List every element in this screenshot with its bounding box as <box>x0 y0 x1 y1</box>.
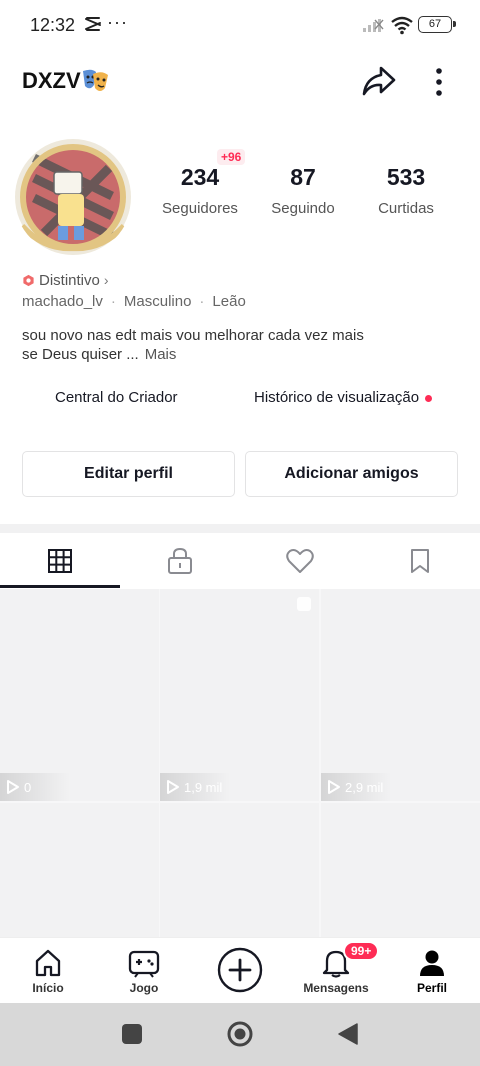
chevron-right-icon: › <box>103 272 109 288</box>
profile-stats: 234 Seguidores +96 87 Seguindo 533 Curti… <box>150 149 461 230</box>
play-icon <box>167 780 179 794</box>
nav-game[interactable]: Jogo <box>96 938 192 1004</box>
share-profile-button[interactable] <box>360 62 398 100</box>
profile-username-title: DXZV <box>22 68 81 93</box>
profile-sign: Leão <box>212 293 246 310</box>
likes-count: 533 <box>386 164 426 190</box>
game-controller-icon <box>128 950 160 978</box>
profile-person-icon <box>420 950 444 976</box>
nav-messages[interactable]: 99+ Mensagens <box>288 938 384 1004</box>
bio-line: se Deus quiser ... <box>22 346 139 363</box>
home-circle-icon[interactable] <box>226 1020 254 1048</box>
view-count-text: 0 <box>24 779 32 795</box>
followers-label: Seguidores <box>162 200 238 217</box>
battery-indicator: 67 <box>418 16 456 33</box>
profile-header: DXZV <box>0 52 480 112</box>
notification-dot <box>425 394 433 402</box>
nav-game-label: Jogo <box>129 981 159 995</box>
video-thumbnail[interactable]: 1,9 mil <box>160 589 319 801</box>
following-count: 87 <box>290 164 316 190</box>
view-count: 0 <box>0 773 70 801</box>
thumbnail-marker-icon <box>297 597 311 611</box>
meta-separator: · <box>110 293 116 310</box>
system-navigation-bar <box>0 1003 480 1066</box>
new-followers-badge: +96 <box>217 149 246 165</box>
private-lock-icon <box>168 547 192 574</box>
bio-more-link[interactable]: Mais <box>145 346 177 363</box>
active-tab-indicator <box>0 585 120 588</box>
tab-liked[interactable] <box>240 533 360 589</box>
add-friends-button[interactable]: Adicionar amigos <box>245 451 458 497</box>
edit-profile-button[interactable]: Editar perfil <box>22 451 235 497</box>
nav-messages-label: Mensagens <box>303 981 369 995</box>
badge-link[interactable]: Distintivo › <box>22 270 109 290</box>
theater-mask-icon <box>80 67 110 95</box>
recents-square-icon[interactable] <box>121 1023 143 1045</box>
view-count: 1,9 mil <box>160 773 230 801</box>
wifi-icon <box>390 15 414 40</box>
profile-bio: sou novo nas edt mais vou melhorar cada … <box>22 326 442 364</box>
profile-avatar[interactable] <box>14 138 132 256</box>
view-history-label: Histórico de visualização <box>254 389 420 406</box>
play-icon <box>328 780 340 794</box>
videos-grid-icon <box>48 549 72 573</box>
status-bar: 12:32 ··· 67 <box>0 0 480 52</box>
following-stat[interactable]: 87 Seguindo <box>248 160 358 217</box>
video-thumbnail[interactable]: 2,9 mil <box>321 589 480 801</box>
nav-home-label: Início <box>32 981 64 995</box>
home-icon <box>35 949 61 977</box>
tab-videos[interactable] <box>0 533 120 589</box>
bottom-navigation: Início Jogo 99+ Mensagens Perfil <box>0 937 480 1003</box>
view-count: 2,9 mil <box>321 773 391 801</box>
signal-icon <box>362 17 384 38</box>
followers-stat[interactable]: 234 Seguidores +96 <box>145 149 255 217</box>
nav-profile[interactable]: Perfil <box>384 938 480 1004</box>
likes-label: Curtidas <box>378 200 434 217</box>
messages-badge: 99+ <box>343 941 380 961</box>
badge-hexagon-icon <box>23 274 34 286</box>
nav-profile-label: Perfil <box>416 981 447 995</box>
status-more-dots: ··· <box>107 12 128 32</box>
profile-handle: machado_lv <box>22 293 103 310</box>
more-options-button[interactable] <box>426 64 452 100</box>
meta-separator: · <box>199 293 205 310</box>
play-icon <box>7 780 19 794</box>
content-tabs <box>0 533 480 589</box>
likes-stat[interactable]: 533 Curtidas <box>351 160 461 217</box>
followers-count: 234 <box>180 164 220 190</box>
tab-saved[interactable] <box>360 533 480 589</box>
profile-meta: machado_lv · Masculino · Leão <box>22 293 246 310</box>
view-count-text: 2,9 mil <box>345 779 384 795</box>
create-plus-icon <box>217 947 263 993</box>
liked-heart-icon <box>286 549 314 573</box>
nav-create[interactable] <box>192 938 288 1004</box>
bio-line: sou novo nas edt mais vou melhorar cada … <box>22 327 364 344</box>
section-divider <box>0 524 480 533</box>
following-label: Seguindo <box>271 200 335 217</box>
status-time: 12:32 <box>30 15 76 35</box>
video-grid: 0 1,9 mil 2,9 mil <box>0 589 480 1015</box>
creator-center-link[interactable]: Central do Criador <box>55 389 178 406</box>
capcut-icon <box>84 16 102 37</box>
tab-private[interactable] <box>120 533 240 589</box>
view-history-link[interactable]: Histórico de visualização <box>254 389 433 406</box>
saved-bookmark-icon <box>411 549 429 573</box>
video-thumbnail[interactable]: 0 <box>0 589 159 801</box>
profile-gender: Masculino <box>123 293 192 310</box>
view-count-text: 1,9 mil <box>184 779 223 795</box>
badge-label: Distintivo <box>39 271 100 289</box>
back-triangle-icon[interactable] <box>337 1022 359 1046</box>
nav-home[interactable]: Início <box>0 938 96 1004</box>
